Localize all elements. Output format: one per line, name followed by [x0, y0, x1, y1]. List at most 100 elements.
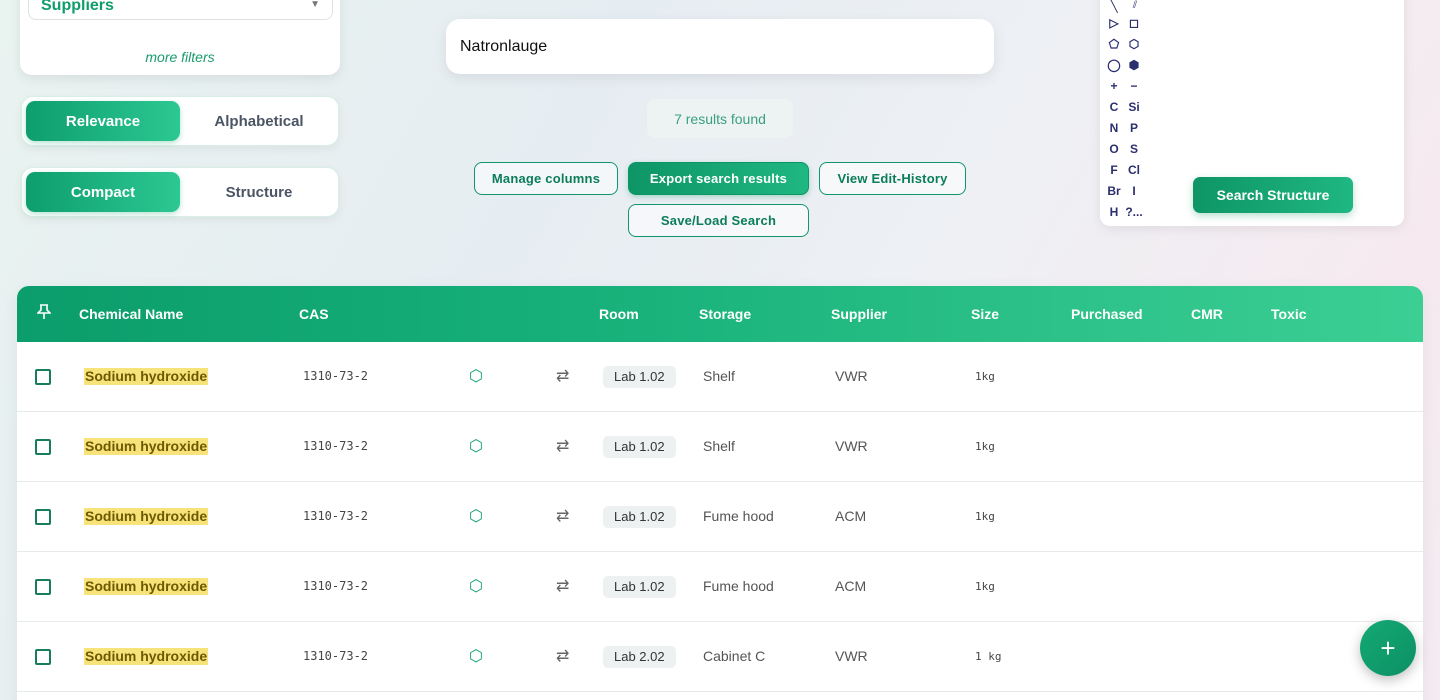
pin-icon[interactable] [36, 304, 52, 323]
room-badge: Lab 1.02 [603, 366, 676, 388]
chevron-down-icon: ▼ [310, 0, 320, 10]
left-tool-1[interactable]: ⬠ [1104, 34, 1124, 54]
left-tool-9[interactable]: H [1104, 202, 1124, 222]
col-header-storage[interactable]: Storage [699, 306, 751, 322]
filter-card: Suppliers ▼ more filters [20, 0, 340, 75]
container-size: 1 kg [975, 650, 1002, 663]
view-toggle: Compact Structure [21, 167, 339, 217]
right-tool-0[interactable]: ◻ [1124, 13, 1144, 33]
table-row[interactable]: Sodium hydroxide 1310-73-2 ⬡ ⇄ Lab 1.02 Fume … [17, 482, 1423, 552]
room-badge: Lab 1.02 [603, 506, 676, 528]
structure-icon[interactable]: ⬡ [469, 576, 483, 596]
transfer-icon[interactable]: ⇄ [556, 646, 569, 666]
right-tool-6[interactable]: S [1124, 139, 1144, 159]
add-button[interactable]: + [1360, 620, 1416, 676]
chemical-name-link[interactable]: Sodium hydroxide [84, 508, 209, 525]
view-structure-option[interactable]: Structure [182, 172, 336, 212]
room-badge: Lab 1.02 [603, 576, 676, 598]
right-tool-1[interactable]: ⬡ [1124, 34, 1144, 54]
export-results-button[interactable]: Export search results [628, 162, 809, 195]
left-tool-7[interactable]: F [1104, 160, 1124, 180]
left-tool-3[interactable]: + [1104, 76, 1124, 96]
chemical-name-link[interactable]: Sodium hydroxide [84, 578, 209, 595]
supplier-name: VWR [835, 438, 868, 454]
right-tool-5[interactable]: P [1124, 118, 1144, 138]
storage-location: Fume hood [703, 508, 774, 524]
manage-columns-button[interactable]: Manage columns [474, 162, 618, 195]
sort-toggle: Relevance Alphabetical [21, 96, 339, 146]
col-header-size[interactable]: Size [971, 306, 999, 322]
row-checkbox[interactable] [35, 649, 51, 665]
left-tool-2[interactable]: ◯ [1104, 55, 1124, 75]
left-tool-5[interactable]: N [1104, 118, 1124, 138]
search-input[interactable]: Natronlauge [446, 19, 994, 74]
room-badge: Lab 2.02 [603, 646, 676, 668]
cas-number: 1310-73-2 [303, 649, 369, 663]
transfer-icon[interactable]: ⇄ [556, 506, 569, 526]
table-row[interactable]: Sodium hydroxide 1310-73-2 ⬡ ⇄ Lab 1.02 Fume … [17, 552, 1423, 622]
structure-icon[interactable]: ⬡ [469, 366, 483, 386]
container-size: 1kg [975, 370, 995, 383]
save-load-search-button[interactable]: Save/Load Search [628, 204, 809, 237]
view-compact-option[interactable]: Compact [26, 172, 180, 212]
col-header-name[interactable]: Chemical Name [79, 306, 183, 322]
supplier-name: VWR [835, 368, 868, 384]
search-structure-button[interactable]: Search Structure [1193, 177, 1353, 213]
right-tool-2[interactable]: ⬢ [1124, 55, 1144, 75]
view-edit-history-button[interactable]: View Edit-History [819, 162, 966, 195]
row-checkbox[interactable] [35, 439, 51, 455]
cas-number: 1310-73-2 [303, 509, 369, 523]
structure-icon[interactable]: ⬡ [469, 436, 483, 456]
cas-number: 1310-73-2 [303, 369, 369, 383]
container-size: 1kg [975, 510, 995, 523]
col-header-cas[interactable]: CAS [299, 306, 329, 322]
table-header: Chemical Name CAS Room Storage Supplier … [17, 286, 1423, 342]
container-size: 1kg [975, 440, 995, 453]
right-tool-9[interactable]: ?... [1124, 202, 1144, 222]
storage-location: Cabinet C [703, 648, 766, 664]
chemical-name-link[interactable]: Sodium hydroxide [84, 368, 209, 385]
transfer-icon[interactable]: ⇄ [556, 366, 569, 386]
chemical-name-link[interactable]: Sodium hydroxide [84, 438, 209, 455]
right-tool-7[interactable]: Cl [1124, 160, 1144, 180]
more-filters-link[interactable]: more filters [20, 49, 340, 65]
supplier-name: ACM [835, 578, 867, 594]
structure-icon[interactable]: ⬡ [469, 646, 483, 666]
right-tool-8[interactable]: I [1124, 181, 1144, 201]
supplier-name: VWR [835, 648, 868, 664]
table-row[interactable]: Sodium hydroxide 1310-73-2 ⬡ ⇄ Lab 2.02 Cabin… [17, 622, 1423, 692]
sort-alphabetical-option[interactable]: Alphabetical [182, 101, 336, 141]
cas-number: 1310-73-2 [303, 579, 369, 593]
col-header-room[interactable]: Room [599, 306, 639, 322]
left-tool-0[interactable]: ▷ [1104, 13, 1124, 33]
left-tool-6[interactable]: O [1104, 139, 1124, 159]
right-tool-4[interactable]: Si [1124, 97, 1144, 117]
row-checkbox[interactable] [35, 509, 51, 525]
storage-location: Shelf [703, 438, 735, 454]
supplier-select-value: Suppliers [41, 0, 114, 14]
row-checkbox[interactable] [35, 579, 51, 595]
transfer-icon[interactable]: ⇄ [556, 436, 569, 456]
results-table: Chemical Name CAS Room Storage Supplier … [17, 286, 1423, 700]
col-header-supplier[interactable]: Supplier [831, 306, 887, 322]
container-size: 1kg [975, 580, 995, 593]
sort-relevance-option[interactable]: Relevance [26, 101, 180, 141]
storage-location: Shelf [703, 368, 735, 384]
transfer-icon[interactable]: ⇄ [556, 576, 569, 596]
left-tool-4[interactable]: C [1104, 97, 1124, 117]
results-count: 7 results found [647, 99, 793, 138]
chemical-name-link[interactable]: Sodium hydroxide [84, 648, 209, 665]
supplier-name: ACM [835, 508, 867, 524]
room-badge: Lab 1.02 [603, 436, 676, 458]
col-header-toxic[interactable]: Toxic [1271, 306, 1307, 322]
col-header-cmr[interactable]: CMR [1191, 306, 1223, 322]
row-checkbox[interactable] [35, 369, 51, 385]
col-header-purchased[interactable]: Purchased [1071, 306, 1143, 322]
cas-number: 1310-73-2 [303, 439, 369, 453]
supplier-select[interactable]: Suppliers ▼ [28, 0, 333, 20]
left-tool-8[interactable]: Br [1104, 181, 1124, 201]
right-tool-3[interactable]: − [1124, 76, 1144, 96]
table-row[interactable]: Sodium hydroxide 1310-73-2 ⬡ ⇄ Lab 1.02 Shelf… [17, 342, 1423, 412]
table-row[interactable]: Sodium hydroxide 1310-73-2 ⬡ ⇄ Lab 1.02 Shelf… [17, 412, 1423, 482]
structure-icon[interactable]: ⬡ [469, 506, 483, 526]
